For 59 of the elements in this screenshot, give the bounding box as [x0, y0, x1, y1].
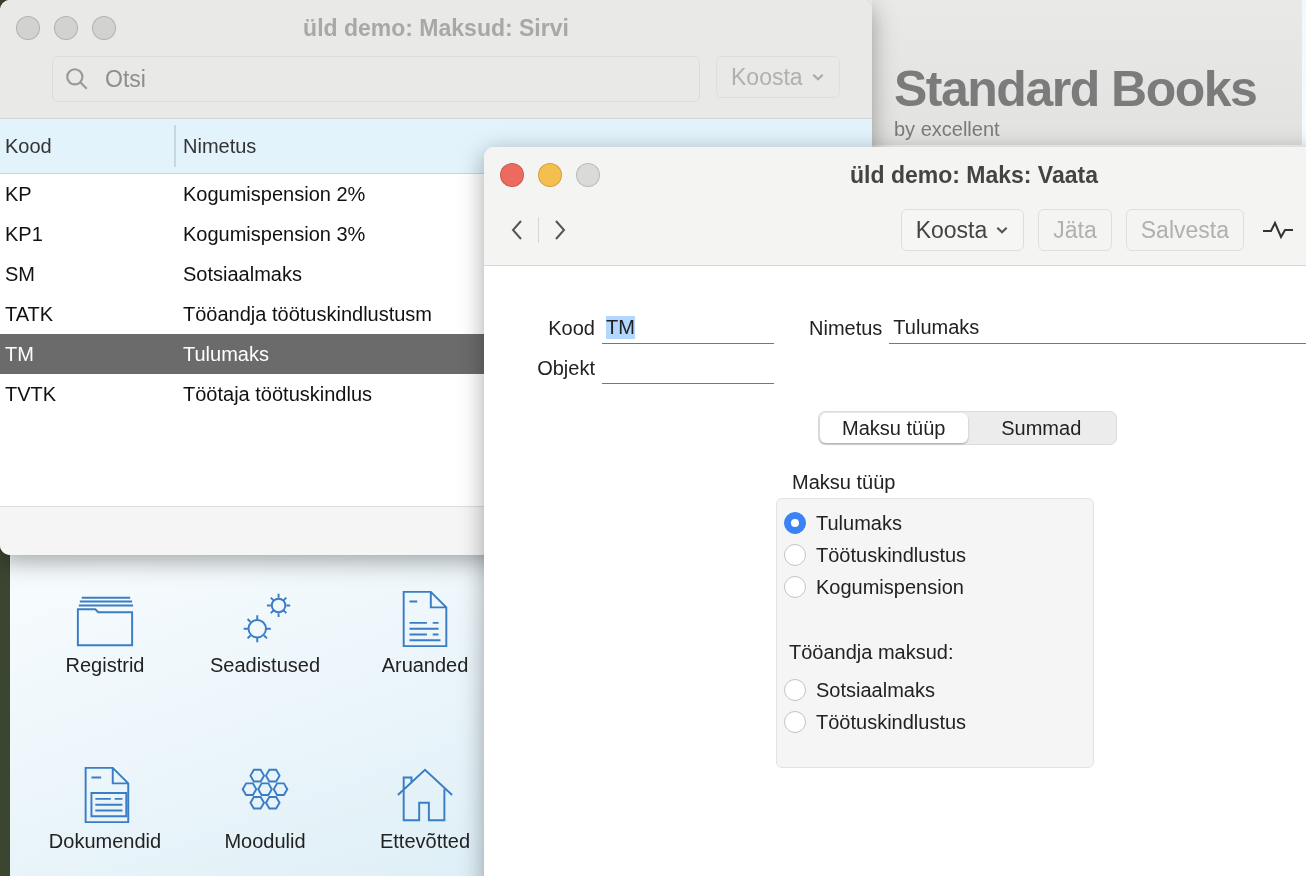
radio-label[interactable]: Kogumispension — [816, 575, 964, 599]
back-icon[interactable] — [510, 218, 524, 242]
window-title: üld demo: Maks: Vaata — [850, 161, 1098, 189]
field-label: Nimetus — [809, 317, 883, 341]
code-cell-text: TM — [4, 342, 35, 366]
caret-icon — [810, 72, 825, 82]
logo-title: Standard Books — [894, 64, 1258, 114]
input-field[interactable]: TM — [602, 312, 774, 344]
logo-subtitle: by excellent — [894, 118, 1001, 141]
launcher-label[interactable]: Seadistused — [209, 654, 321, 677]
name-cell-text: Kogumispension 2% — [182, 182, 366, 206]
name-cell-text: Kogumispension 3% — [182, 222, 366, 246]
code-cell-text: SM — [4, 262, 36, 286]
table-row[interactable]: TM Tulumaks — [0, 334, 484, 374]
group-title: Maksu tüüp — [792, 471, 897, 494]
launcher-label[interactable]: Moodulid — [224, 830, 306, 853]
table-row[interactable]: TVTK Töötaja töötuskindlus — [0, 374, 484, 414]
radio-button[interactable] — [784, 544, 806, 566]
launcher-label[interactable]: Aruanded — [381, 654, 469, 677]
table-row[interactable]: TATK Tööandja töötuskindlustusm — [0, 294, 484, 334]
radio-button[interactable] — [784, 512, 806, 534]
group-heading: Tööandja maksud: — [789, 641, 955, 664]
minimize-window-icon[interactable] — [538, 163, 562, 187]
code-cell-text: KP1 — [4, 222, 44, 246]
window-title: üld demo: Maksud: Sirvi — [303, 14, 569, 42]
name-cell-text: Sotsiaalmaks — [182, 262, 302, 286]
tab[interactable]: Maksu tüüp — [820, 413, 968, 443]
radio-label[interactable]: Töötuskindlustus — [816, 543, 967, 567]
column-header[interactable]: Kood — [0, 125, 176, 167]
field-label: Kood — [547, 317, 595, 341]
name-cell-text: Tulumaks — [182, 342, 269, 366]
name-cell-text: Töötaja töötuskindlus — [182, 382, 372, 406]
code-cell-text: TATK — [4, 302, 55, 326]
forward-icon[interactable] — [553, 218, 567, 242]
radio-label[interactable]: Töötuskindlustus — [816, 710, 967, 734]
radio-button[interactable] — [784, 576, 806, 598]
launcher-label[interactable]: Registrid — [65, 654, 145, 677]
radio-label[interactable]: Tulumaks — [816, 511, 902, 535]
tab[interactable]: Summad — [967, 413, 1115, 443]
code-cell-text: KP — [4, 182, 33, 206]
koosta-menu-button[interactable]: Koosta — [900, 209, 1025, 251]
close-window-icon[interactable] — [500, 163, 524, 187]
radio-button[interactable] — [784, 679, 806, 701]
table-row[interactable]: KP1 Kogumispension 3% — [0, 214, 484, 254]
launcher-label[interactable]: Ettevõtted — [379, 830, 471, 853]
table-row[interactable]: KP Kogumispension 2% — [0, 174, 484, 214]
radio-button[interactable] — [784, 711, 806, 733]
search-field[interactable]: Otsi — [52, 56, 700, 102]
field-label: Objekt — [536, 357, 595, 381]
input-field[interactable]: Tulumaks — [889, 312, 1306, 344]
name-cell-text: Tööandja töötuskindlustusm — [182, 302, 433, 326]
activity-icon[interactable] — [1262, 220, 1294, 240]
code-cell-text: TVTK — [4, 382, 58, 406]
caret-icon — [995, 225, 1010, 235]
launcher-label[interactable]: Dokumendid — [48, 830, 162, 853]
radio-label[interactable]: Sotsiaalmaks — [816, 678, 935, 702]
table-row[interactable]: SM Sotsiaalmaks — [0, 254, 484, 294]
column-header[interactable]: Nimetus — [176, 134, 257, 158]
search-icon — [64, 66, 90, 92]
